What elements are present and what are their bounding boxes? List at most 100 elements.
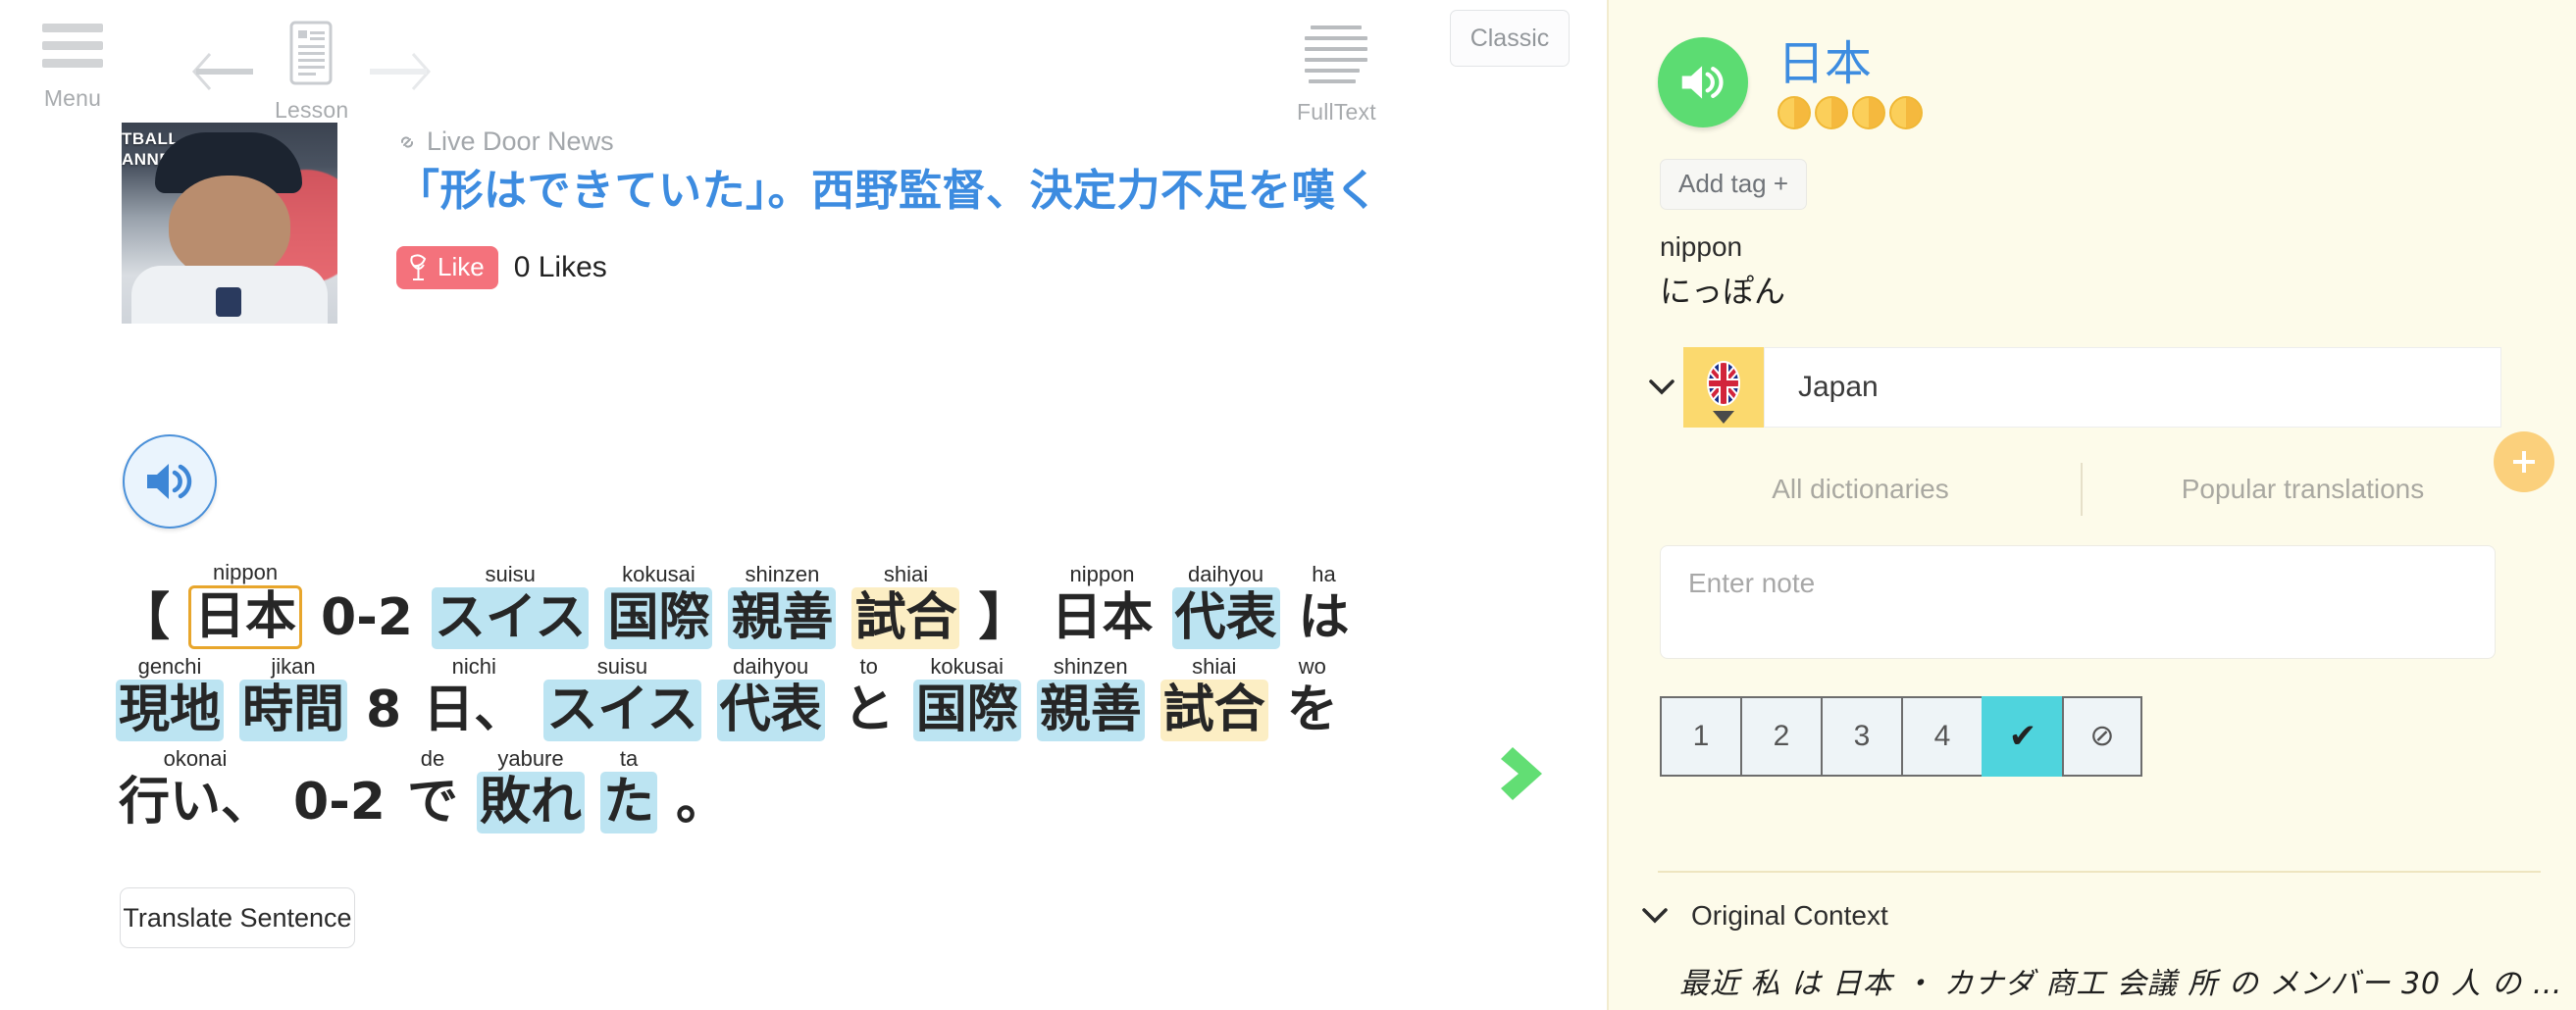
menu-button[interactable]: Menu xyxy=(22,14,124,112)
face-shape xyxy=(169,176,290,279)
toolbar: Menu Lesson FullText Classic xyxy=(0,0,1607,125)
word-text: 試合 xyxy=(851,586,960,649)
chevron-right-icon xyxy=(1501,747,1542,800)
translation-field[interactable]: Japan xyxy=(1764,346,2501,428)
plus-icon xyxy=(2513,451,2535,473)
article-headline[interactable]: 「形はできていた」。西野監督、決定力不足を嘆く xyxy=(396,163,1379,221)
word-token[interactable]: shinzen 親善 xyxy=(728,562,837,649)
word-token[interactable]: shiai 試合 xyxy=(1159,653,1268,741)
coin-icon xyxy=(1815,95,1848,129)
word-token[interactable]: shinzen 親善 xyxy=(1036,653,1145,741)
word-token[interactable]: daihyou 代表 xyxy=(1171,562,1280,649)
original-context-header[interactable]: Original Context xyxy=(1640,900,1888,932)
sentence-line: okonai 行い、 0-2 de で yabure 敗れ ta た。 xyxy=(116,743,1430,833)
furigana-reading: shinzen xyxy=(1053,653,1128,679)
next-sentence-button[interactable] xyxy=(1491,737,1564,815)
fulltext-label: FullText xyxy=(1297,99,1376,125)
word-token[interactable]: suisu スイス xyxy=(431,562,590,649)
fulltext-button[interactable]: FullText xyxy=(1297,16,1376,126)
word-token[interactable]: yabure 敗れ xyxy=(476,746,585,833)
lesson-button[interactable]: Lesson xyxy=(275,20,348,124)
language-flag-button[interactable] xyxy=(1683,346,1764,428)
sentence-line: 【nippon 日本 0-2 suisu スイス kokusai 国際 shinzen 親善 sh… xyxy=(116,559,1430,649)
next-lesson-button[interactable] xyxy=(348,44,442,99)
translate-sentence-button[interactable]: Translate Sentence xyxy=(120,887,355,948)
article-source[interactable]: Live Door News xyxy=(396,126,1379,157)
word-token[interactable]: wo を xyxy=(1284,654,1341,741)
word-token[interactable]: nichi 日、 xyxy=(420,654,528,741)
note-input[interactable]: Enter note xyxy=(1660,544,2496,659)
word-token[interactable]: 】 xyxy=(975,562,1032,649)
word-text: 敗れ xyxy=(476,771,585,833)
rating-button-known[interactable]: ✔ xyxy=(1982,695,2062,777)
rose-icon xyxy=(410,253,427,280)
tab-popular-translations[interactable]: Popular translations xyxy=(2083,474,2523,505)
word-token[interactable]: jikan 時間 xyxy=(239,654,348,741)
tab-all-dictionaries[interactable]: All dictionaries xyxy=(1640,474,2081,505)
word-token[interactable]: shiai 試合 xyxy=(851,562,960,649)
collapse-translations-button[interactable] xyxy=(1640,378,1683,397)
word-kana: にっぽん xyxy=(1660,272,1786,310)
word-token[interactable]: kokusai 国際 xyxy=(604,562,713,649)
word-text: 試合 xyxy=(1159,679,1268,741)
word-text: 時間 xyxy=(239,679,348,741)
text-lines-icon xyxy=(1305,16,1368,90)
rating-button-ignore[interactable]: ⊘ xyxy=(2062,695,2142,777)
word-token[interactable]: suisu スイス xyxy=(543,653,701,741)
menu-label: Menu xyxy=(43,85,102,111)
chevron-down-icon xyxy=(1642,908,1668,924)
article-source-label: Live Door News xyxy=(427,126,614,156)
word-token[interactable]: 8 xyxy=(363,654,404,741)
play-sentence-button[interactable] xyxy=(123,434,217,529)
reader-pane: Menu Lesson FullText Classic TBALL ANNEL… xyxy=(0,0,1607,1010)
word-token[interactable]: nippon 日本 xyxy=(188,560,303,649)
furigana-reading: to xyxy=(859,653,878,679)
word-text: 8 xyxy=(366,680,402,739)
rating-button-4[interactable]: 4 xyxy=(1901,695,1982,777)
word-text: 国際 xyxy=(604,586,713,649)
rating-button-2[interactable]: 2 xyxy=(1740,695,1821,777)
word-token[interactable]: daihyou 代表 xyxy=(716,653,825,741)
word-token[interactable]: 【 xyxy=(116,562,173,649)
word-text: 代表 xyxy=(716,679,825,741)
lesson-label: Lesson xyxy=(275,97,349,123)
word-token[interactable]: nippon 日本 xyxy=(1049,562,1157,649)
furigana-reading: shiai xyxy=(1192,653,1237,679)
rating-button-1[interactable]: 1 xyxy=(1660,695,1740,777)
furigana-reading: suisu xyxy=(596,653,648,679)
add-translation-button[interactable] xyxy=(2494,431,2554,492)
play-word-button[interactable] xyxy=(1658,37,1748,127)
add-tag-button[interactable]: Add tag + xyxy=(1660,158,1808,210)
prev-lesson-button[interactable] xyxy=(180,44,275,99)
speaker-icon xyxy=(147,464,192,499)
furigana-reading: ha xyxy=(1312,561,1336,586)
like-count: 0 Likes xyxy=(513,250,607,283)
word-token[interactable]: de で xyxy=(404,746,461,833)
word-text: と xyxy=(843,680,895,739)
classic-view-button[interactable]: Classic xyxy=(1450,10,1570,67)
word-token[interactable]: 0-2 xyxy=(290,746,388,833)
word-token[interactable]: 0-2 xyxy=(318,562,416,649)
word-token[interactable]: okonai 行い、 xyxy=(116,746,275,833)
furigana-reading: ta xyxy=(619,745,639,771)
article-thumbnail[interactable]: TBALL ANNEL xyxy=(122,123,337,324)
word-token[interactable]: kokusai 国際 xyxy=(912,654,1021,741)
rating-button-3[interactable]: 3 xyxy=(1821,695,1901,777)
word-token[interactable]: to と xyxy=(841,654,898,741)
like-button[interactable]: Like xyxy=(396,245,498,289)
word-token[interactable]: genchi 現地 xyxy=(116,654,225,741)
word-text: 親善 xyxy=(728,586,837,649)
chevron-down-icon xyxy=(1649,379,1674,395)
coin-icon xyxy=(1777,95,1811,129)
dictionary-tabs: All dictionaries Popular translations xyxy=(1640,462,2523,516)
word-text: 0-2 xyxy=(293,772,386,832)
word-block: 日本 xyxy=(1748,37,1923,129)
word-token[interactable]: 。 xyxy=(673,746,730,833)
word-token[interactable]: ha は xyxy=(1296,562,1353,649)
furigana-reading: daihyou xyxy=(733,653,809,679)
word-token[interactable]: ta た xyxy=(600,745,658,833)
word-text: 日本 xyxy=(188,584,303,649)
app-root: Menu Lesson FullText Classic TBALL ANNEL… xyxy=(0,0,2576,1010)
uk-flag-icon xyxy=(1707,360,1740,406)
furigana-reading: nippon xyxy=(1069,561,1135,586)
